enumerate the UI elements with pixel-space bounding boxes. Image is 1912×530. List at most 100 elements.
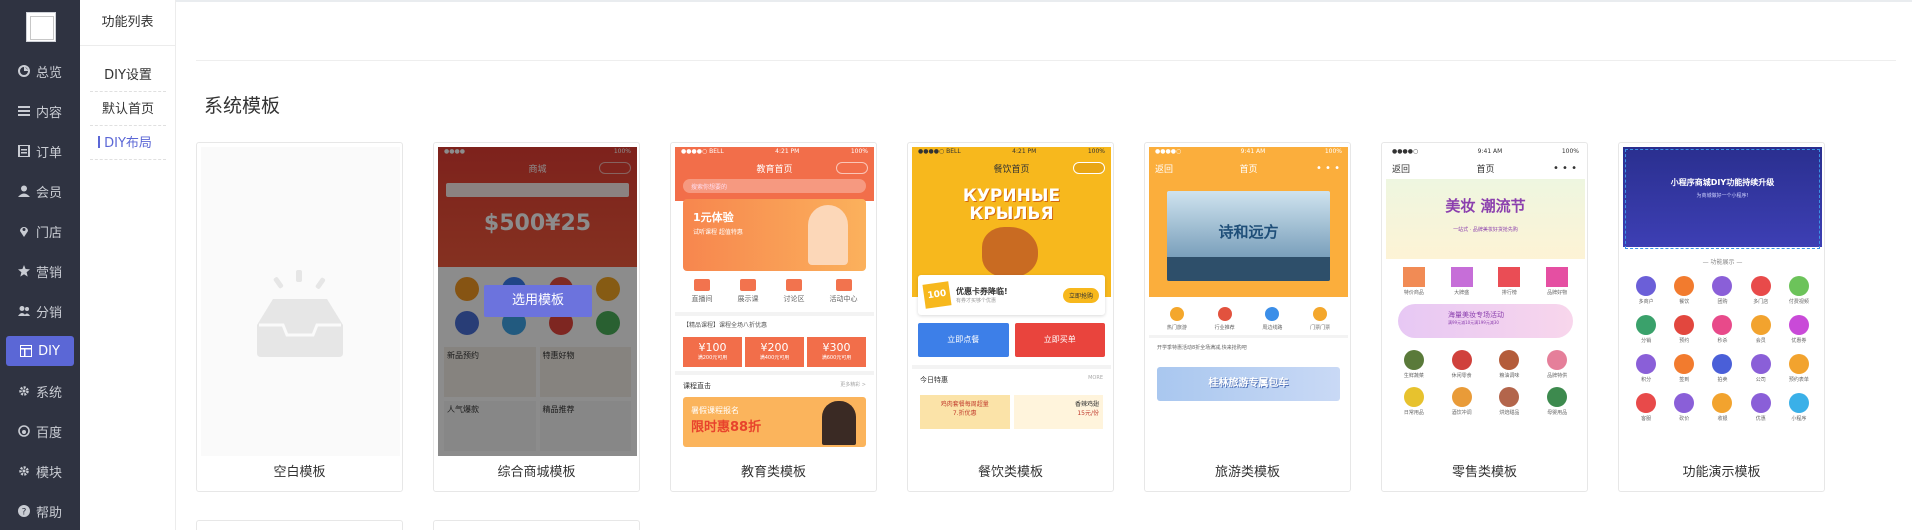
template-card-education[interactable]: ●●●●○ BELL 4:21 PM 100% 教育首页 搜索你想要的 1元体验 试… (670, 142, 877, 492)
demo-icon-label: 优惠 (1755, 416, 1766, 422)
template-card-blank[interactable]: 空白模板 (196, 142, 403, 492)
edu-course-header: 课程直击 (683, 382, 711, 390)
retail-icon-label: 休闲零食 (1451, 373, 1472, 379)
sidebar-item-5[interactable]: 营销 (6, 256, 74, 286)
travel-banner-text: 诗和远方 (1218, 223, 1279, 241)
sidebar-item-label: 帮助 (35, 505, 62, 521)
main-sidebar: 总览内容订单会员门店营销分销 DIY 系统百度模块 ? 帮助 (0, 0, 80, 530)
document-icon (17, 145, 30, 157)
demo-icon-item: 签到 (1665, 354, 1703, 383)
food-coupon-amount: 100 (922, 281, 952, 309)
template-card-food[interactable]: ●●●●○ BELL 4:21 PM 100% 餐饮首页 КУРИНЫЕ КРЫЛЬ… (907, 142, 1114, 492)
demo-icon-label: 付费视频 (1788, 299, 1809, 305)
module-gear-icon (18, 465, 30, 477)
coupon-value: ¥300 (822, 341, 851, 354)
template-card-travel[interactable]: ●●●●○ 9:41 AM 100% 返回 首页 • • • 诗和远方 热门旅游 行业推… (1144, 142, 1351, 492)
empty-box-icon (257, 270, 343, 357)
retail-banner-sub: 一站式 · 品牌美妆好货抢先购 (1453, 227, 1518, 233)
demo-section-title: 功能展示 (1710, 259, 1735, 266)
gear-icon (18, 385, 30, 397)
sub-item-diy-settings[interactable]: DIY设置 (80, 64, 176, 92)
demo-icon-label: 预约 (1679, 338, 1690, 344)
status-text: 4:21 PM (775, 148, 800, 155)
sidebar-item-label: 系统 (35, 385, 62, 401)
retail-icon-label: 排行榜 (1501, 290, 1517, 296)
food-coupon-sub: 有券才买够个优惠 (956, 298, 997, 304)
demo-icon-item: 小程序 (1780, 393, 1818, 422)
demo-icon (1750, 393, 1771, 413)
demo-icon-item: 多商户 (1627, 276, 1665, 305)
status-text: ●●●●○ BELL (681, 148, 724, 155)
location-pin-icon (18, 225, 30, 237)
demo-icon-item: 拍卖 (1703, 354, 1741, 383)
food-title: 餐饮首页 (993, 164, 1030, 175)
select-template-button[interactable]: 选用模板 (484, 285, 592, 317)
sidebar-item-0[interactable]: 总览 (6, 56, 74, 86)
demo-icon-label: 预约表单 (1788, 377, 1809, 383)
sidebar-item-10[interactable]: 模块 (6, 456, 74, 486)
retail-icon-label: 大牌盛 (1454, 290, 1470, 296)
template-card-demo[interactable]: 小程序商城DIY功能持续升级 为商城做好一个小程序! — 功能展示 — 多商户餐… (1618, 142, 1825, 492)
coupon-value: ¥200 (760, 341, 789, 354)
demo-icon-item: 砍价 (1665, 393, 1703, 422)
sidebar-item-label: 内容 (35, 105, 62, 121)
demo-icon-label: 砍价 (1679, 416, 1690, 422)
template-card-mall[interactable]: ●●●● 100% 商城 $500¥25 新品预约 特惠好物 人气爆款 精品推荐… (433, 142, 640, 492)
demo-icon (1636, 276, 1657, 296)
template-thumb-mall: ●●●● 100% 商城 $500¥25 新品预约 特惠好物 人气爆款 精品推荐… (438, 147, 637, 456)
edu-search: 搜索你想要的 (683, 179, 866, 193)
travel-icon-label: 热门旅游 (1166, 325, 1187, 331)
sidebar-item-6[interactable]: 分销 (6, 296, 74, 326)
food-pay-button: 立即买单 (1014, 323, 1105, 357)
template-thumb-education: ●●●●○ BELL 4:21 PM 100% 教育首页 搜索你想要的 1元体验 试… (675, 147, 874, 456)
retail-icon-label: 品牌特供 (1547, 373, 1568, 379)
demo-icon (1674, 276, 1695, 296)
demo-icon (1788, 276, 1809, 296)
travel-bus-banner: 桂林旅游专属包车 (1157, 367, 1340, 401)
status-text: ●●●●○ (1155, 148, 1182, 155)
status-text: ●●●●○ (1392, 148, 1419, 155)
retail-icon-label: 烘焙甜品 (1499, 410, 1520, 416)
demo-icon-label: 多商户 (1638, 299, 1654, 305)
sidebar-item-3[interactable]: 会员 (6, 176, 74, 206)
sidebar-item-11[interactable]: ? 帮助 (6, 496, 74, 526)
sidebar-item-7[interactable]: DIY (6, 336, 74, 366)
content-divider (196, 60, 1896, 61)
demo-icon (1674, 315, 1695, 335)
template-card-row2[interactable] (196, 520, 403, 530)
edu-icon-label: 展示课 (737, 295, 759, 303)
template-name: 教育类模板 (740, 465, 806, 480)
sidebar-item-label: 门店 (35, 225, 62, 241)
food-today-header: 今日特惠 (920, 376, 948, 384)
sub-item-diy-layout[interactable]: DIY布局 (80, 132, 176, 160)
edu-icon-label: 讨论区 (783, 295, 805, 303)
demo-icon-label: 多门店 (1753, 299, 1769, 305)
function-list-sidebar: 功能列表 DIY设置 默认首页 DIY布局 (80, 0, 176, 530)
demo-icon (1636, 354, 1657, 374)
demo-icon (1712, 393, 1733, 413)
food-hero-text: КУРИНЫЕ КРЫЛЬЯ (962, 186, 1061, 224)
food-coupon-button: 立即抢购 (1062, 287, 1099, 303)
star-icon (17, 265, 30, 277)
sidebar-item-8[interactable]: 系统 (6, 376, 74, 406)
logo[interactable] (26, 12, 56, 42)
sidebar-item-1[interactable]: 内容 (6, 96, 74, 126)
sidebar-item-label: 模块 (35, 465, 62, 481)
sidebar-item-label: DIY (38, 343, 60, 359)
sidebar-item-label: 会员 (35, 185, 62, 201)
sidebar-item-2[interactable]: 订单 (6, 136, 74, 166)
template-card-retail[interactable]: ●●●●○ 9:41 AM 100% 返回 首页 • • • 美妆 潮流节 一站式 · … (1381, 142, 1588, 492)
demo-icon-item: 预约表单 (1780, 354, 1818, 383)
template-name: 功能演示模板 (1682, 465, 1761, 480)
coupon-cond: 满600元可用 (821, 355, 852, 361)
sidebar-item-9[interactable]: 百度 (6, 416, 74, 446)
template-thumb-demo: 小程序商城DIY功能持续升级 为商城做好一个小程序! — 功能展示 — 多商户餐… (1623, 147, 1822, 456)
template-card-row2[interactable] (433, 520, 640, 530)
user-icon (17, 185, 30, 197)
sidebar-item-4[interactable]: 门店 (6, 216, 74, 246)
demo-icon (1636, 315, 1657, 335)
sub-item-default-home[interactable]: 默认首页 (80, 98, 176, 126)
coupon-cond: 满400元可用 (759, 355, 790, 361)
demo-icon (1712, 315, 1733, 335)
travel-icon-label: 行业推荐 (1214, 325, 1235, 331)
